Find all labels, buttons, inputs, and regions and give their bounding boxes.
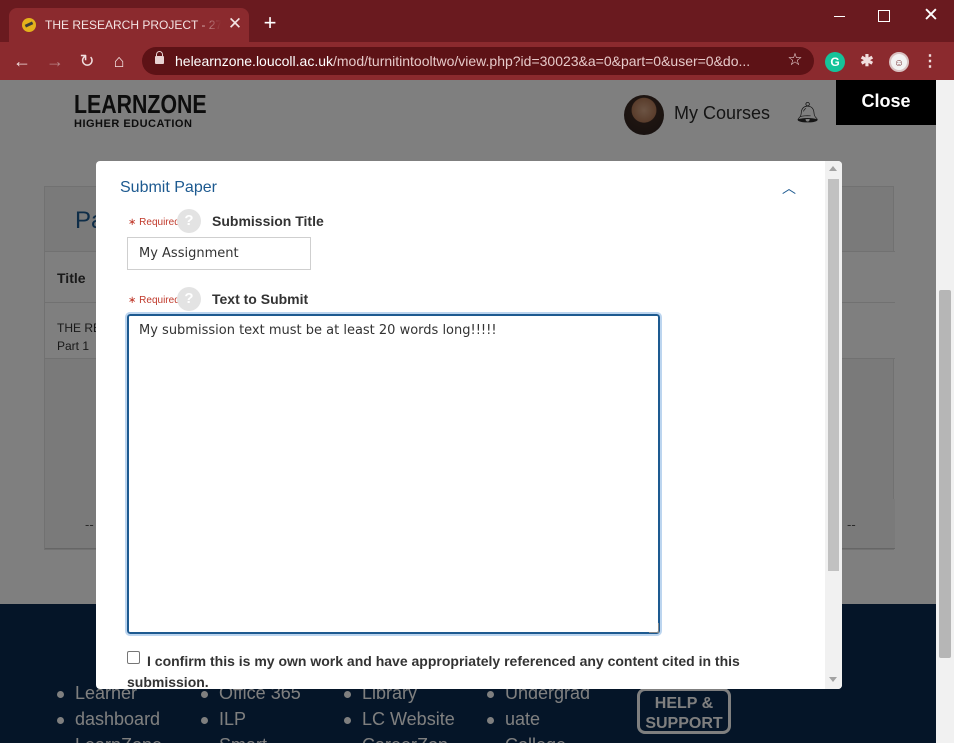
lock-icon[interactable]: [155, 51, 164, 64]
tab-title-fade: [195, 14, 221, 34]
scroll-up-arrow-icon[interactable]: [829, 166, 837, 171]
bookmark-star-icon[interactable]: ☆: [785, 50, 805, 70]
required-label: Required: [139, 295, 180, 306]
textarea-resize-handle[interactable]: [649, 623, 659, 633]
profile-avatar-icon[interactable]: ☺: [889, 52, 909, 72]
reload-icon[interactable]: ↻: [75, 50, 99, 72]
close-button[interactable]: Close: [836, 80, 936, 125]
grammarly-extension-icon[interactable]: G: [825, 52, 845, 72]
window-close-button[interactable]: ✕: [916, 4, 946, 28]
dialog-scrollbar-thumb[interactable]: [828, 179, 839, 571]
text-to-submit-textarea[interactable]: My submission text must be at least 20 w…: [125, 312, 662, 636]
chevron-up-icon[interactable]: ︿: [780, 179, 798, 197]
confirm-own-work-label[interactable]: I confirm this is my own work and have a…: [127, 651, 767, 689]
confirm-own-work-row[interactable]: I confirm this is my own work and have a…: [127, 651, 767, 689]
page-scrollbar-thumb[interactable]: [939, 290, 951, 658]
submission-title-input[interactable]: [127, 237, 311, 270]
submit-paper-dialog: Submit Paper ︿ ∗ Required ? Submission T…: [96, 161, 842, 689]
help-circle-icon[interactable]: ?: [177, 287, 201, 311]
new-tab-button[interactable]: +: [259, 12, 281, 34]
address-bar[interactable]: helearnzone.loucoll.ac.uk/mod/turnitinto…: [142, 47, 814, 75]
url-host: helearnzone.loucoll.ac.uk: [175, 53, 333, 69]
window-maximize-button[interactable]: [868, 4, 898, 28]
back-arrow-icon[interactable]: ←: [10, 50, 34, 72]
window-minimize-button[interactable]: [825, 4, 855, 28]
home-icon[interactable]: ⌂: [107, 50, 131, 72]
scroll-down-arrow-icon[interactable]: [829, 677, 837, 682]
browser-menu-icon[interactable]: ⋮: [920, 52, 940, 72]
browser-tab[interactable]: THE RESEARCH PROJECT - 27 JAN ✕: [9, 8, 249, 42]
required-label: Required: [139, 217, 180, 228]
help-circle-icon[interactable]: ?: [177, 209, 201, 233]
forward-arrow-icon[interactable]: →: [43, 50, 67, 72]
browser-tabstrip: THE RESEARCH PROJECT - 27 JAN ✕ + ✕: [0, 0, 954, 42]
page-scrollbar[interactable]: [936, 80, 954, 743]
url-path: /mod/turnitintooltwo/view.php?id=30023&a…: [333, 53, 751, 69]
url-text[interactable]: helearnzone.loucoll.ac.uk/mod/turnitinto…: [175, 53, 775, 69]
required-marker: ∗ Required: [128, 295, 180, 306]
tab-close-icon[interactable]: ✕: [227, 15, 243, 33]
dialog-scrollbar[interactable]: [825, 161, 842, 689]
submission-title-label: Submission Title: [212, 213, 324, 229]
browser-toolbar: ← → ↻ ⌂ helearnzone.loucoll.ac.uk/mod/tu…: [0, 42, 954, 80]
confirm-own-work-checkbox[interactable]: [127, 651, 140, 664]
extensions-puzzle-icon[interactable]: ✱: [857, 52, 877, 72]
required-marker: ∗ Required: [128, 217, 180, 228]
text-to-submit-label: Text to Submit: [212, 291, 309, 307]
dialog-title: Submit Paper: [120, 179, 217, 196]
site-favicon-icon: [22, 18, 36, 32]
